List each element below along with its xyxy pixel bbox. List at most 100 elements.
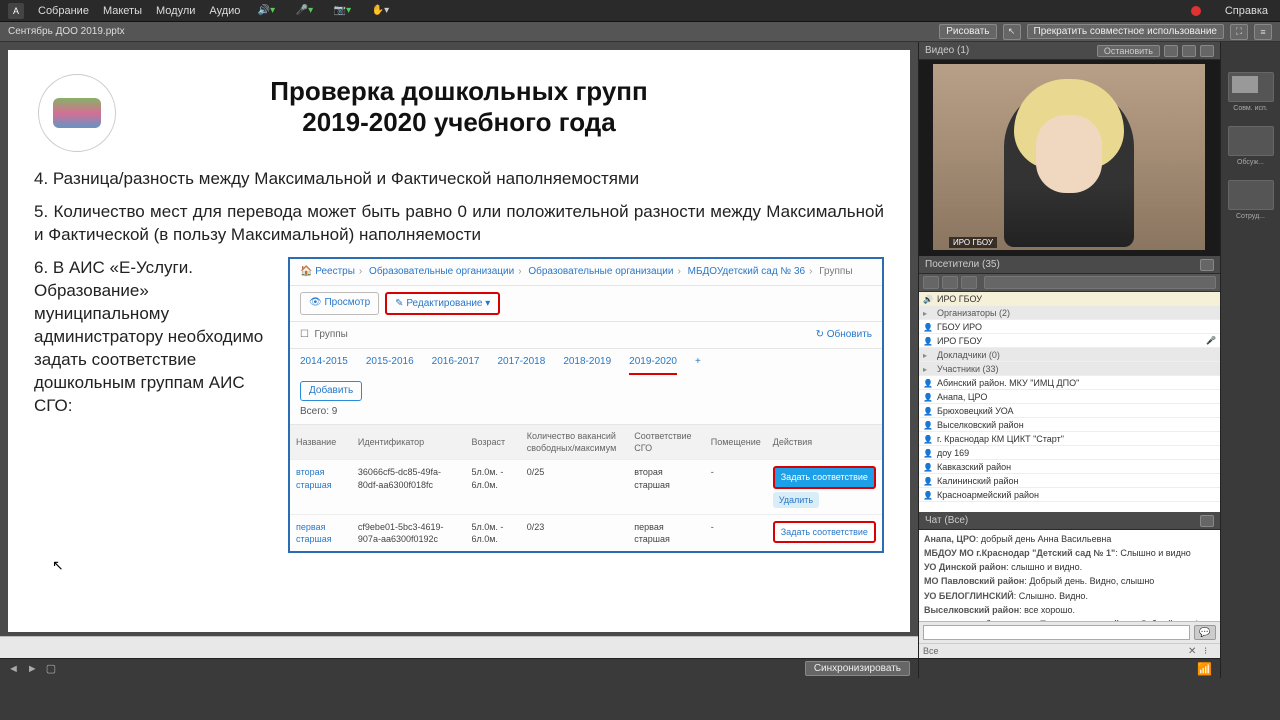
attendee-item[interactable]: Брюховецкий УОА (919, 404, 1220, 418)
attendee-item[interactable]: Кавказский район (919, 460, 1220, 474)
video-fullscreen-icon[interactable] (1182, 45, 1196, 57)
attendee-group[interactable]: Организаторы (2) (919, 306, 1220, 320)
mic-icon[interactable]: 🎤▾ (292, 3, 316, 19)
att-view-icon[interactable] (923, 276, 939, 289)
chat-color-icon[interactable]: ✕ (1188, 646, 1200, 656)
fullscreen-icon[interactable]: ⛶ (1230, 24, 1248, 40)
recording-indicator (1191, 6, 1201, 16)
connection-bar: 📶 (919, 658, 1220, 678)
attendee-item[interactable]: ИРО ГБОУ🎤 (919, 334, 1220, 348)
table-row: вторая старшая36066cf5-dc85-49fa-80df-aa… (290, 460, 882, 514)
app-menubar: A Собрание Макеты Модули Аудио 🔊▾ 🎤▾ 📷▾ … (0, 0, 1280, 22)
draw-button[interactable]: Рисовать (939, 24, 996, 39)
attendees-title: Посетители (35) (925, 259, 1000, 270)
chat-options-icon[interactable] (1200, 515, 1214, 527)
sync-button[interactable]: Синхронизировать (805, 661, 910, 676)
total-count: Всего: 9 (300, 405, 872, 419)
set-match-button[interactable]: Задать соответствие (773, 521, 876, 543)
layout-collab[interactable]: Сотруд... (1228, 180, 1274, 210)
share-nav-bar: ◄ ► ▢ Синхронизировать (0, 658, 918, 678)
share-toolbar: Сентябрь ДОО 2019.pptx Рисовать ↖ Прекра… (0, 22, 1280, 42)
refresh-button[interactable]: ↻ Обновить (816, 328, 872, 342)
video-pod: ИРО ГБОУ (919, 60, 1220, 256)
chat-message: МО Павловский район: Добрый день. Видно,… (924, 575, 1215, 587)
pointer-icon[interactable]: ↖ (1003, 24, 1021, 40)
attendee-item[interactable]: Абинский район. МКУ "ИМЦ ДПО" (919, 376, 1220, 390)
raise-hand-icon[interactable]: ✋▾ (368, 3, 392, 19)
attendee-group[interactable]: Участники (33) (919, 362, 1220, 376)
set-match-button[interactable]: Задать соответствие (773, 466, 876, 488)
next-slide-button[interactable]: ► (27, 663, 38, 675)
menu-layouts[interactable]: Макеты (103, 5, 142, 17)
chat-input-bar: 💬 (919, 621, 1220, 643)
year-tab[interactable]: 2016-2017 (432, 355, 480, 376)
menu-help[interactable]: Справка (1225, 5, 1268, 17)
network-icon: 📶 (1197, 662, 1212, 676)
chat-textsize-icon[interactable]: ⁝ (1204, 646, 1216, 656)
attendees-list: ИРО ГБОУОрганизаторы (2)ГБОУ ИРОИРО ГБОУ… (919, 292, 1220, 512)
year-tab[interactable]: 2014-2015 (300, 355, 348, 376)
webcam-icon[interactable]: 📷▾ (330, 3, 354, 19)
att-status-icon[interactable] (942, 276, 958, 289)
pod-options-icon[interactable]: ≡ (1254, 24, 1272, 40)
table-row: первая старшаяcf9ebe01-5bc3-4619-907a-aa… (290, 514, 882, 551)
chat-pod-header: Чат (Все) (919, 512, 1220, 530)
attendee-item[interactable]: Выселковский район (919, 418, 1220, 432)
cursor-icon: ↖ (52, 557, 64, 574)
video-grid-icon[interactable] (1164, 45, 1178, 57)
stop-video-button[interactable]: Остановить (1097, 45, 1160, 57)
attendee-item[interactable]: Красноармейский район (919, 488, 1220, 502)
year-tab[interactable]: 2019-2020 (629, 355, 677, 376)
share-pod: Проверка дошкольных групп2019-2020 учебн… (0, 42, 918, 678)
delete-button[interactable]: Удалить (773, 492, 819, 508)
speaker-name: ИРО ГБОУ (949, 237, 997, 248)
groups-label: Группы (315, 328, 348, 342)
add-button[interactable]: Добавить (300, 381, 362, 401)
video-options-icon[interactable] (1200, 45, 1214, 57)
prev-slide-button[interactable]: ◄ (8, 663, 19, 675)
webcam-feed: ИРО ГБОУ (933, 64, 1205, 250)
attendee-self[interactable]: ИРО ГБОУ (919, 292, 1220, 306)
slide-content: Проверка дошкольных групп2019-2020 учебн… (8, 50, 910, 632)
chat-message: УО БЕЛОГЛИНСКИЙ: Слышно. Видно. (924, 590, 1215, 602)
year-tab[interactable]: 2018-2019 (563, 355, 611, 376)
edit-button[interactable]: ✎ Редактирование ▾ (385, 292, 500, 316)
chat-messages: Анапа, ЦРО: добрый день Анна Васильевна М… (919, 530, 1220, 621)
menu-pods[interactable]: Модули (156, 5, 195, 17)
year-tabs: 2014-2015 2015-2016 2016-2017 2017-2018 2018… (290, 349, 882, 376)
attendees-options-icon[interactable] (1200, 259, 1214, 271)
menu-audio[interactable]: Аудио (209, 5, 240, 17)
slide-title: Проверка дошкольных групп2019-2020 учебн… (34, 76, 884, 138)
add-year-tab[interactable]: + (695, 355, 701, 376)
year-tab[interactable]: 2015-2016 (366, 355, 414, 376)
slide-options-icon[interactable]: ▢ (46, 662, 56, 675)
attendee-group[interactable]: Докладчики (0) (919, 348, 1220, 362)
attendees-search[interactable] (984, 276, 1216, 289)
slide-point-4: 4. Разница/разность между Максимальной и… (34, 168, 884, 191)
chat-title: Чат (Все) (925, 515, 968, 526)
chat-message: Анапа, ЦРО: добрый день Анна Васильевна (924, 533, 1215, 545)
layouts-strip: Совм. исп. Обсуж... Сотруд... (1220, 42, 1280, 678)
slide-footer-bar (0, 636, 918, 658)
attendee-item[interactable]: Анапа, ЦРО (919, 390, 1220, 404)
speaker-icon[interactable]: 🔊▾ (254, 3, 278, 19)
menu-meeting[interactable]: Собрание (38, 5, 89, 17)
attendee-item[interactable]: ГБОУ ИРО (919, 320, 1220, 334)
attendee-item[interactable]: Калининский район (919, 474, 1220, 488)
chat-input[interactable] (923, 625, 1190, 640)
video-pod-title: Видео (1) (925, 45, 969, 56)
org-logo (38, 74, 116, 152)
year-tab[interactable]: 2017-2018 (497, 355, 545, 376)
attendees-pod-header: Посетители (35) (919, 256, 1220, 274)
view-button[interactable]: 👁 Просмотр (300, 292, 379, 316)
chat-send-button[interactable]: 💬 (1194, 625, 1216, 640)
chat-message: МБДОУ МО г.Краснодар "Детский сад № 1": … (924, 547, 1215, 559)
attendee-item[interactable]: доу 169 (919, 446, 1220, 460)
chat-recipient[interactable]: Все (923, 646, 939, 656)
layout-sharing[interactable]: Совм. исп. (1228, 72, 1274, 102)
groups-table: НазваниеИдентификаторВозрастКоличество в… (290, 424, 882, 551)
att-breakout-icon[interactable] (961, 276, 977, 289)
layout-discussion[interactable]: Обсуж... (1228, 126, 1274, 156)
attendee-item[interactable]: г. Краснодар КМ ЦИКТ "Старт" (919, 432, 1220, 446)
stop-sharing-button[interactable]: Прекратить совместное использование (1027, 24, 1225, 39)
